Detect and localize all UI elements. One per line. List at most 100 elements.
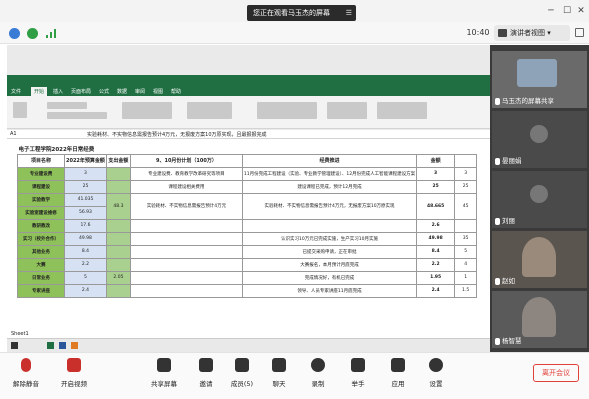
toolbar-label: 录制 xyxy=(311,380,325,388)
table-row: 专业建设费 3 专业建设费、教育教学改革研究等项目 11月份完成工程建设（实验、… xyxy=(17,166,478,181)
excel-menu-bar: 文件 开始 插入 页面布局 公式 数据 审阅 视图 帮助 xyxy=(7,87,490,96)
toolbar-label: 成员(5) xyxy=(230,380,254,388)
row-name: 课程建设 xyxy=(17,179,65,194)
font-style-buttons[interactable] xyxy=(47,112,107,119)
camera-off-icon xyxy=(530,185,548,203)
row-progress: 完成情况好，有机已完成 xyxy=(241,270,418,285)
maximize-button[interactable]: ☐ xyxy=(562,6,572,16)
signal-icon[interactable] xyxy=(46,29,57,38)
members-button[interactable]: 成员(5) xyxy=(224,358,260,388)
apps-icon xyxy=(391,358,405,372)
row-progress xyxy=(241,218,418,233)
participant-tile[interactable]: 赵如 xyxy=(492,231,587,288)
raise-hand-button[interactable]: 举手 xyxy=(340,358,376,388)
row-budget: 56.93 xyxy=(64,205,107,220)
chat-button[interactable]: 聊天 xyxy=(261,358,297,388)
row-plan: 专业建设费、教育教学改革研究等项目 xyxy=(129,166,243,181)
mic-icon xyxy=(495,338,500,345)
leave-meeting-button[interactable]: 离开会议 xyxy=(533,364,579,382)
unmute-button[interactable]: 解除静音 xyxy=(8,358,44,388)
sheet-tab[interactable]: Sheet1 xyxy=(9,331,31,337)
row-progress: 11月份完成工程建设（实验、专业教学管理建设）、12月份完成人工智能课程建设方案 xyxy=(241,166,418,181)
row-budget: 2.2 xyxy=(64,257,107,272)
budget-table: 电子工程学院2022年日常经费 项目名称 2022年预算金额 支出金额 9、10… xyxy=(17,145,478,298)
windows-start-icon[interactable] xyxy=(11,342,18,349)
participant-tile[interactable]: 刘丽 xyxy=(492,171,587,228)
row-extra: 45 xyxy=(454,192,478,220)
members-icon xyxy=(235,358,249,372)
styles-group[interactable] xyxy=(257,102,317,119)
settings-button[interactable]: 设置 xyxy=(418,358,454,388)
viewing-screen-banner[interactable]: 您正在观看马玉杰的屏幕 ☰ xyxy=(247,5,356,21)
excel-menu-review[interactable]: 审阅 xyxy=(135,88,145,95)
security-shield-icon[interactable] xyxy=(27,28,38,39)
record-icon xyxy=(311,358,325,372)
alignment-group[interactable] xyxy=(122,102,172,119)
participant-tile[interactable]: 杨智慧 xyxy=(492,291,587,348)
row-plan xyxy=(129,231,243,246)
cell-reference[interactable]: A1 xyxy=(10,131,17,137)
editing-group[interactable] xyxy=(377,102,427,119)
toolbar-label: 共享屏幕 xyxy=(151,380,177,388)
spreadsheet-grid[interactable]: 电子工程学院2022年日常经费 项目名称 2022年预算金额 支出金额 9、10… xyxy=(7,139,490,338)
excel-menu-file[interactable]: 文件 xyxy=(11,88,21,95)
header-cell: 9、10月份计划（100万） xyxy=(129,153,243,168)
row-spent: 48.3 xyxy=(105,192,131,220)
mic-muted-icon xyxy=(21,358,31,372)
row-name: 日常业务 xyxy=(17,270,65,285)
table-row: 实习（校外合作） 49.98 认识实习10万元已完成实施，生产实习10月实施 4… xyxy=(17,231,478,246)
presenter-view-button[interactable]: 演讲者视图 ▾ xyxy=(494,25,570,41)
browser-app-icon[interactable] xyxy=(71,342,78,349)
excel-menu-data[interactable]: 数据 xyxy=(117,88,127,95)
row-spent xyxy=(105,231,131,246)
excel-menu-layout[interactable]: 页面布局 xyxy=(71,88,91,95)
participant-tile[interactable]: 晏丽娟 xyxy=(492,111,587,168)
row-extra: 25 xyxy=(454,179,478,194)
fullscreen-icon[interactable] xyxy=(575,28,584,37)
table-row: 实验教学 41.035 48.3 实验耗材、不实物信息需报告预计4万元 实验耗材… xyxy=(17,192,478,220)
excel-menu-help[interactable]: 帮助 xyxy=(171,88,181,95)
excel-menu-insert[interactable]: 插入 xyxy=(53,88,63,95)
excel-menu-home[interactable]: 开始 xyxy=(31,87,48,96)
row-progress: 大赛报名，本月预计月底完成 xyxy=(241,257,418,272)
excel-menu-view[interactable]: 视图 xyxy=(153,88,163,95)
close-button[interactable]: ✕ xyxy=(576,6,586,16)
paste-icon[interactable] xyxy=(13,102,27,118)
participant-name: 晏丽娟 xyxy=(502,157,522,165)
header-cell: 2022年预算金额 xyxy=(64,153,107,168)
row-amount: 2.6 xyxy=(416,218,456,233)
invite-button[interactable]: 邀请 xyxy=(188,358,224,388)
apps-button[interactable]: 应用 xyxy=(380,358,416,388)
toolbar-label: 举手 xyxy=(351,380,365,388)
row-plan xyxy=(129,244,243,259)
participant-tile[interactable]: 马玉杰的屏幕共享 xyxy=(492,51,587,108)
mic-icon xyxy=(495,98,500,105)
formula-input[interactable]: 实验耗材、不实物信息需报告预计4万元，无报废方案10万原实现，且最报报完成 xyxy=(87,131,267,138)
row-extra: 4 xyxy=(454,257,478,272)
row-amount: 3 xyxy=(416,166,456,181)
row-name: 实习（校外合作） xyxy=(17,231,65,246)
cells-group[interactable] xyxy=(327,102,367,119)
minimize-button[interactable]: ─ xyxy=(546,6,556,16)
row-spent: 2.05 xyxy=(105,270,131,285)
info-icon[interactable] xyxy=(9,28,20,39)
header-cell: 支出金额 xyxy=(105,153,131,168)
number-format-group[interactable] xyxy=(187,102,232,119)
share-screen-button[interactable]: 共享屏幕 xyxy=(146,358,182,388)
start-video-button[interactable]: 开启视频 xyxy=(56,358,92,388)
row-progress: 认识实习10万元已完成实施，生产实习10月实施 xyxy=(241,231,418,246)
row-extra: 3 xyxy=(454,166,478,181)
row-spent xyxy=(105,166,131,181)
table-title: 电子工程学院2022年日常经费 xyxy=(18,147,95,154)
record-button[interactable]: 录制 xyxy=(300,358,336,388)
header-cell: 项目名称 xyxy=(17,153,65,168)
toolbar-label: 开启视频 xyxy=(61,380,87,388)
excel-menu-formula[interactable]: 公式 xyxy=(99,88,109,95)
row-budget: 17.6 xyxy=(64,218,107,233)
font-selector[interactable] xyxy=(47,102,87,109)
excel-app-icon[interactable] xyxy=(47,342,54,349)
word-app-icon[interactable] xyxy=(59,342,66,349)
banner-menu-icon[interactable]: ☰ xyxy=(346,5,352,21)
banner-text: 您正在观看马玉杰的屏幕 xyxy=(253,9,330,17)
row-progress: 实验耗材、不实物信息需报告预计4万元，无报废方案10万原实现 xyxy=(241,192,418,220)
